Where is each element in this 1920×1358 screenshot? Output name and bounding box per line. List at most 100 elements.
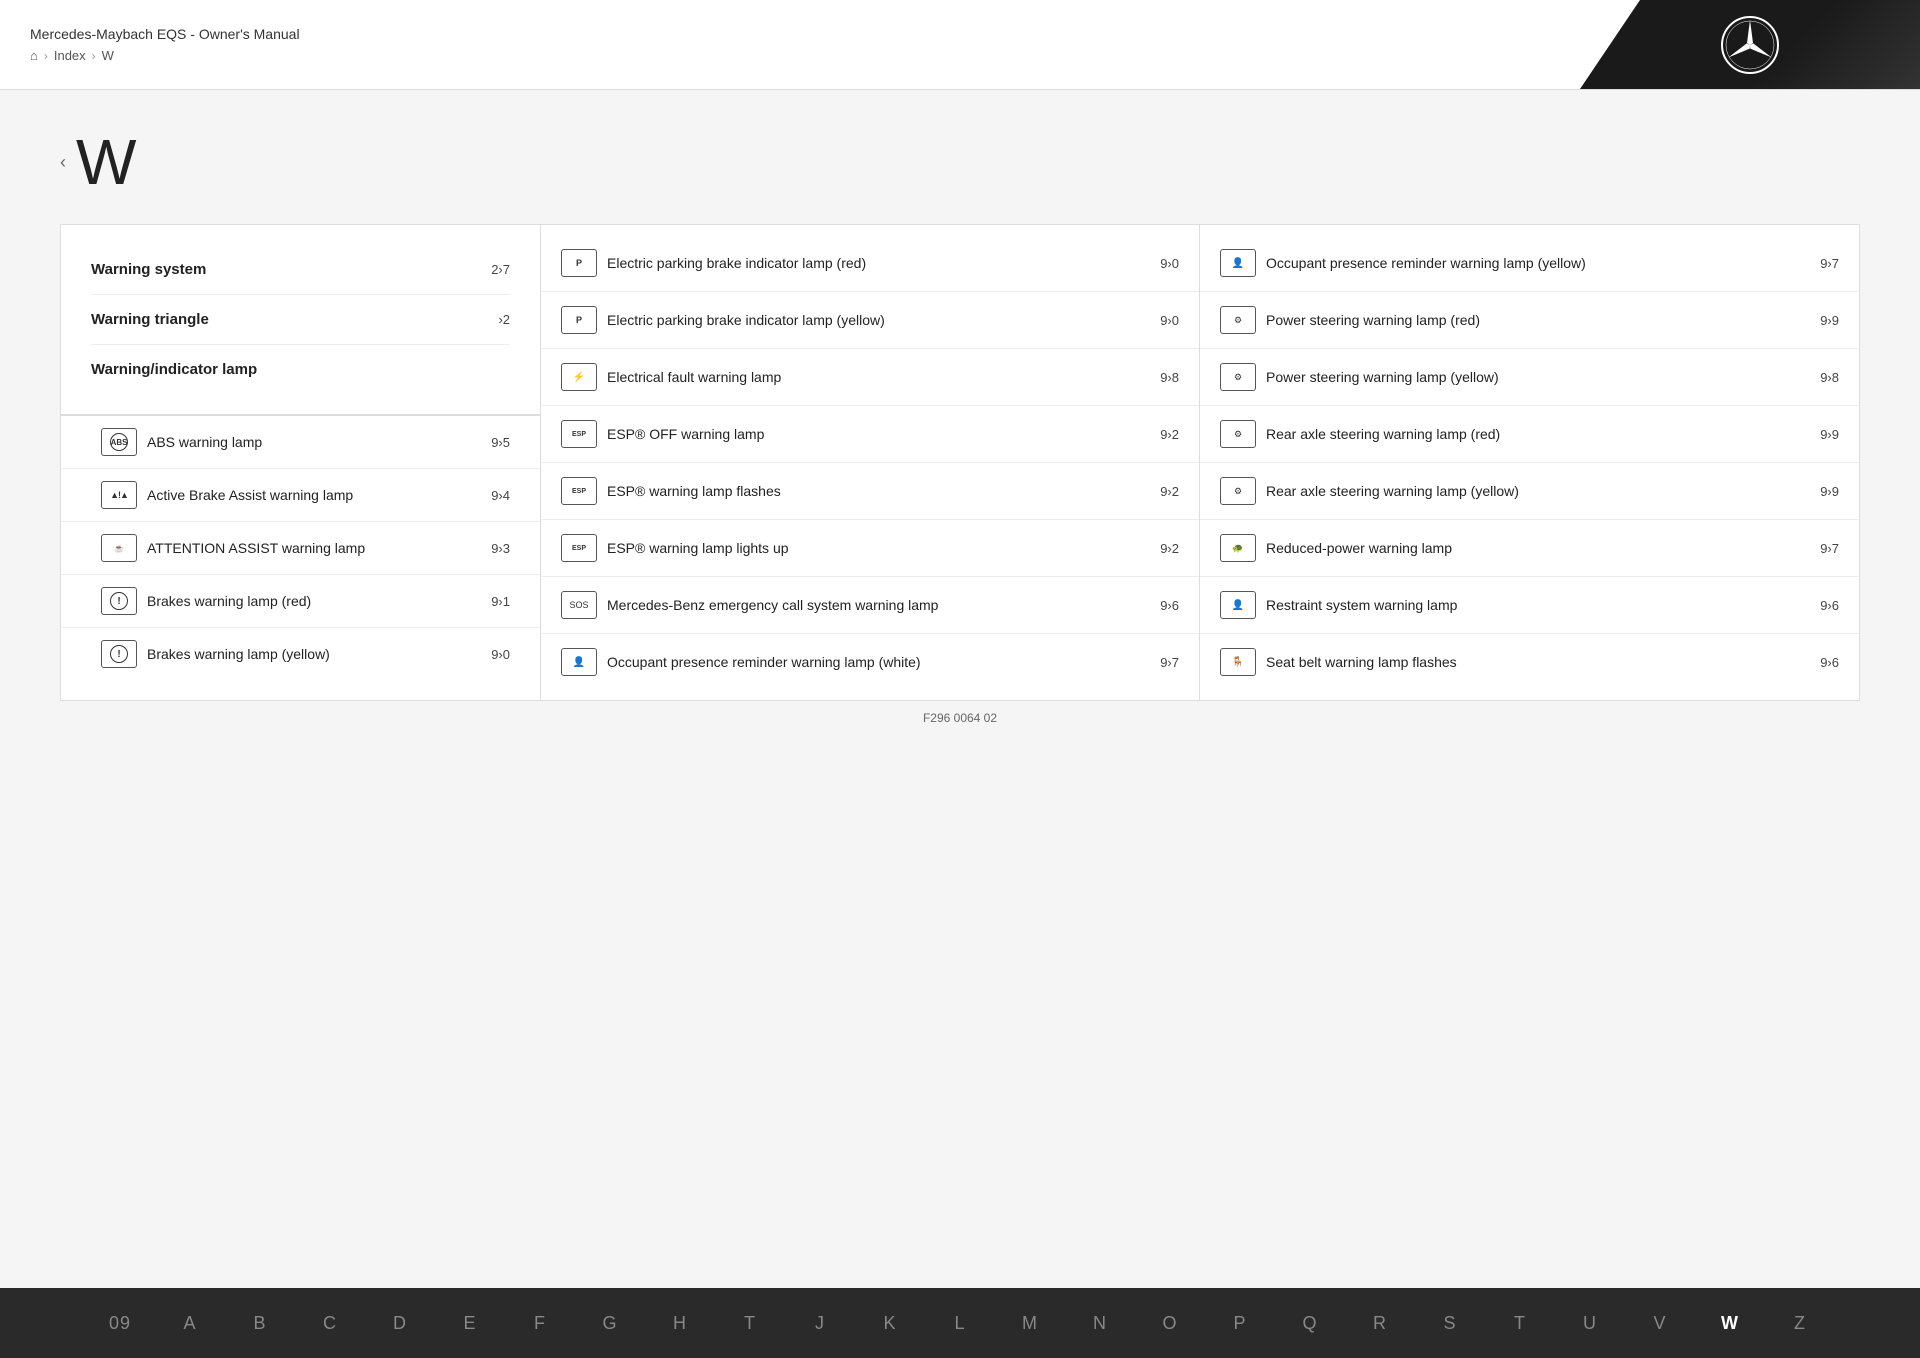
breadcrumb: ⌂ › Index › W	[30, 48, 1550, 63]
restraint-icon: 👤	[1220, 591, 1256, 619]
list-item[interactable]: ABS ABS warning lamp 9›5	[61, 415, 540, 468]
item-label: ABS warning lamp	[147, 433, 262, 451]
item-page: 9›7	[1820, 256, 1839, 271]
list-item[interactable]: ☕ ATTENTION ASSIST warning lamp 9›3	[61, 521, 540, 574]
list-item[interactable]: ▲!▲ Active Brake Assist warning lamp 9›4	[61, 468, 540, 521]
list-item[interactable]: Warning system 2›7	[91, 245, 510, 295]
list-item[interactable]: ! Brakes warning lamp (yellow) 9›0	[61, 627, 540, 680]
manual-title: Mercedes-Maybach EQS - Owner's Manual	[30, 26, 1550, 42]
footer-letter-t1[interactable]: T	[715, 1313, 785, 1334]
footer-letter-l[interactable]: L	[925, 1313, 995, 1334]
list-item[interactable]: P Electric parking brake indicator lamp …	[541, 235, 1199, 292]
list-item[interactable]: 👤 Occupant presence reminder warning lam…	[541, 634, 1199, 690]
col-item-left: ⚙ Rear axle steering warning lamp (yello…	[1220, 477, 1820, 505]
esp-lights-icon: ESP	[561, 534, 597, 562]
footer-letter-s[interactable]: S	[1415, 1313, 1485, 1334]
item-label: Active Brake Assist warning lamp	[147, 486, 353, 504]
item-page: 9›0	[1160, 313, 1179, 328]
col-item-left: 🐢 Reduced-power warning lamp	[1220, 534, 1820, 562]
footer-letter-z[interactable]: Z	[1765, 1313, 1835, 1334]
item-label: Reduced-power warning lamp	[1266, 539, 1452, 557]
footer-letter-a[interactable]: A	[155, 1313, 225, 1334]
footer-letter-w[interactable]: W	[1695, 1313, 1765, 1334]
nav-prev-arrow[interactable]: ‹	[60, 152, 66, 173]
footer-letter-u[interactable]: U	[1555, 1313, 1625, 1334]
list-item[interactable]: 🪑 Seat belt warning lamp flashes 9›6	[1200, 634, 1859, 690]
item-label: Power steering warning lamp (yellow)	[1266, 368, 1499, 386]
breadcrumb-index[interactable]: Index	[54, 48, 86, 63]
list-item[interactable]: 👤 Occupant presence reminder warning lam…	[1200, 235, 1859, 292]
footer-letter-k[interactable]: K	[855, 1313, 925, 1334]
home-icon[interactable]: ⌂	[30, 48, 38, 63]
col-item-left: ⚙ Power steering warning lamp (red)	[1220, 306, 1820, 334]
left-column: Warning system 2›7 Warning triangle ›2 W…	[61, 225, 541, 700]
item-page: 9›9	[1820, 427, 1839, 442]
item-label: Occupant presence reminder warning lamp …	[1266, 254, 1586, 272]
epb-red-icon: P	[561, 249, 597, 277]
list-item[interactable]: ⚙ Power steering warning lamp (red) 9›9	[1200, 292, 1859, 349]
footer-letter-o[interactable]: O	[1135, 1313, 1205, 1334]
footer-letter-r[interactable]: R	[1345, 1313, 1415, 1334]
power-steering-yellow-icon: ⚙	[1220, 363, 1256, 391]
item-page: 9›1	[491, 594, 510, 609]
footer-letter-d[interactable]: D	[365, 1313, 435, 1334]
footer-letter-v[interactable]: V	[1625, 1313, 1695, 1334]
col-items-right: 👤 Occupant presence reminder warning lam…	[1200, 225, 1859, 700]
middle-column: P Electric parking brake indicator lamp …	[541, 225, 1200, 700]
list-item[interactable]: ⚙ Rear axle steering warning lamp (red) …	[1200, 406, 1859, 463]
footer-letter-n[interactable]: N	[1065, 1313, 1135, 1334]
footer-letter-j[interactable]: J	[785, 1313, 855, 1334]
col-item-left: 👤 Occupant presence reminder warning lam…	[1220, 249, 1820, 277]
footer-letter-m[interactable]: M	[995, 1313, 1065, 1334]
list-item[interactable]: P Electric parking brake indicator lamp …	[541, 292, 1199, 349]
list-item[interactable]: ! Brakes warning lamp (red) 9›1	[61, 574, 540, 627]
footer-letter-t2[interactable]: T	[1485, 1313, 1555, 1334]
item-page: 9›9	[1820, 484, 1839, 499]
item-page: 9›6	[1820, 598, 1839, 613]
item-label: ESP® warning lamp flashes	[607, 482, 781, 500]
left-top-items: Warning system 2›7 Warning triangle ›2 W…	[61, 225, 540, 415]
footer-letter-b[interactable]: B	[225, 1313, 295, 1334]
doc-id: F296 0064 02	[923, 711, 997, 725]
footer-letter-c[interactable]: C	[295, 1313, 365, 1334]
power-steering-red-icon: ⚙	[1220, 306, 1256, 334]
rear-steer-yellow-icon: ⚙	[1220, 477, 1256, 505]
breadcrumb-current: W	[102, 48, 114, 63]
item-label: Rear axle steering warning lamp (yellow)	[1266, 482, 1519, 500]
item-label: ESP® warning lamp lights up	[607, 539, 789, 557]
abs-icon: ABS	[101, 428, 137, 456]
item-page: 9›0	[1160, 256, 1179, 271]
col-item-left: 👤 Restraint system warning lamp	[1220, 591, 1820, 619]
list-item[interactable]: ESP ESP® warning lamp lights up 9›2	[541, 520, 1199, 577]
footer-letter-g[interactable]: G	[575, 1313, 645, 1334]
item-label: Brakes warning lamp (red)	[147, 592, 311, 610]
list-item[interactable]: 🐢 Reduced-power warning lamp 9›7	[1200, 520, 1859, 577]
list-item[interactable]: 👤 Restraint system warning lamp 9›6	[1200, 577, 1859, 634]
rear-steer-red-icon: ⚙	[1220, 420, 1256, 448]
list-item[interactable]: ⚡ Electrical fault warning lamp 9›8	[541, 349, 1199, 406]
footer-letter-q[interactable]: Q	[1275, 1313, 1345, 1334]
list-item[interactable]: ESP ESP® OFF warning lamp 9›2	[541, 406, 1199, 463]
item-page: 9›5	[491, 435, 510, 450]
list-item[interactable]: ESP ESP® warning lamp flashes 9›2	[541, 463, 1199, 520]
list-item[interactable]: SOS Mercedes-Benz emergency call system …	[541, 577, 1199, 634]
footer-letter-h[interactable]: H	[645, 1313, 715, 1334]
list-item[interactable]: ⚙ Power steering warning lamp (yellow) 9…	[1200, 349, 1859, 406]
item-page: 9›2	[1160, 427, 1179, 442]
epb-yellow-icon: P	[561, 306, 597, 334]
footer-letter-e[interactable]: E	[435, 1313, 505, 1334]
header-left: Mercedes-Maybach EQS - Owner's Manual ⌂ …	[0, 0, 1580, 89]
list-item[interactable]: Warning triangle ›2	[91, 295, 510, 345]
brake-red-icon: !	[101, 587, 137, 615]
footer-letter-p[interactable]: P	[1205, 1313, 1275, 1334]
item-label: Power steering warning lamp (red)	[1266, 311, 1480, 329]
footer-letter-09[interactable]: 09	[85, 1313, 155, 1334]
list-item[interactable]: ⚙ Rear axle steering warning lamp (yello…	[1200, 463, 1859, 520]
brake-yellow-icon: !	[101, 640, 137, 668]
reduced-power-icon: 🐢	[1220, 534, 1256, 562]
footer-letter-f[interactable]: F	[505, 1313, 575, 1334]
footer-alphabet-bar: 09 A B C D E F G H T J K L M N O P Q R S…	[0, 1288, 1920, 1358]
item-label: Seat belt warning lamp flashes	[1266, 653, 1457, 671]
sub-item-left: ! Brakes warning lamp (red)	[101, 587, 491, 615]
item-page: 9›7	[1160, 655, 1179, 670]
